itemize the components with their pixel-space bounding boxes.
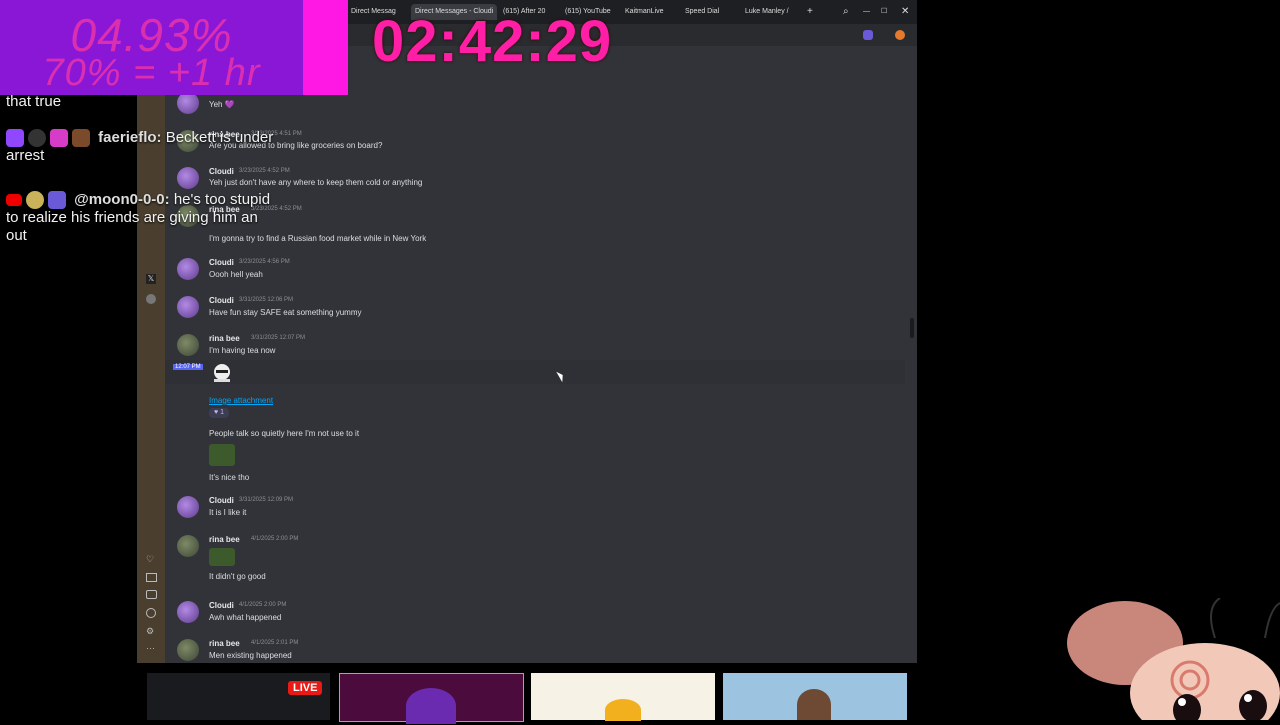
message-text: Oooh hell yeah bbox=[209, 270, 263, 279]
stream-thumbnail[interactable] bbox=[339, 673, 524, 724]
subathon-timer-box: 04.93% 70% = +1 hr bbox=[0, 0, 303, 95]
avatar[interactable] bbox=[177, 92, 199, 114]
close-icon[interactable]: ✕ bbox=[901, 4, 909, 20]
message-text: People talk so quietly here I'm not use … bbox=[209, 429, 360, 438]
message-author[interactable]: Cloudi bbox=[209, 296, 234, 305]
message-time: 12:07 PM bbox=[173, 364, 203, 370]
emoji-badge-icon bbox=[26, 191, 44, 210]
frog-sticker-image[interactable] bbox=[209, 548, 235, 566]
message-text: Awh what happened bbox=[209, 613, 282, 622]
discord-dm-content: Yeh 💜 rina bee 3/23/2025 4:51 PM Are you… bbox=[165, 46, 917, 663]
figure-badge-icon bbox=[72, 129, 90, 148]
stream-thumbnail[interactable] bbox=[531, 673, 715, 721]
stream-clock: 02:42:29 bbox=[372, 9, 613, 74]
message-text: Yeh just don't have any where to keep th… bbox=[209, 178, 423, 187]
message-text: Men existing happened bbox=[209, 651, 292, 660]
avatar[interactable] bbox=[177, 535, 199, 557]
moth-mascot-image bbox=[1065, 597, 1280, 725]
history-icon[interactable] bbox=[146, 608, 156, 618]
message-author[interactable]: rina bee bbox=[209, 639, 240, 648]
profile-icon[interactable] bbox=[863, 30, 873, 40]
message-time: 3/23/2025 4:52 PM bbox=[239, 168, 290, 174]
heart-icon[interactable]: ♡ bbox=[146, 554, 154, 565]
settings-icon[interactable]: ⚙ bbox=[146, 626, 154, 637]
message-text: It didn't go good bbox=[209, 572, 266, 581]
cat-badge-icon bbox=[28, 129, 46, 148]
live-badge: LIVE bbox=[288, 681, 323, 695]
message-text: I'm having tea now bbox=[209, 346, 276, 355]
message-text: Have fun stay SAFE eat something yummy bbox=[209, 308, 362, 317]
reaction-heart[interactable]: ♥ 1 bbox=[209, 408, 229, 418]
timer-rule: 70% = +1 hr bbox=[42, 52, 261, 94]
message-hovered[interactable]: 12:07 PM bbox=[165, 360, 905, 384]
message-time: 3/31/2025 12:09 PM bbox=[239, 497, 294, 503]
tab-luke-manley[interactable]: Luke Manley / bbox=[745, 4, 789, 20]
message-time: 3/31/2025 12:07 PM bbox=[251, 335, 306, 341]
avatar[interactable] bbox=[177, 601, 199, 623]
tab-kaitmanlive[interactable]: KaitmanLive bbox=[625, 4, 664, 20]
avatar[interactable] bbox=[177, 334, 199, 356]
more-icon[interactable]: ··· bbox=[146, 643, 155, 653]
search-icon[interactable]: ⌕ bbox=[843, 4, 849, 20]
message-author[interactable]: rina bee bbox=[209, 535, 240, 544]
crown-badge-icon bbox=[48, 191, 66, 210]
message-time: 4/1/2025 2:01 PM bbox=[251, 640, 299, 646]
scrollbar[interactable] bbox=[910, 318, 914, 338]
minimize-icon[interactable]: — bbox=[863, 4, 870, 20]
message-text: Yeh 💜 bbox=[209, 100, 235, 109]
message-author[interactable]: Cloudi bbox=[209, 601, 234, 610]
chat-username: faerieflo: bbox=[98, 129, 162, 146]
message-author[interactable]: Cloudi bbox=[209, 167, 234, 176]
message-author[interactable]: Cloudi bbox=[209, 496, 234, 505]
chat-line: that true bbox=[6, 93, 146, 111]
chat-line: faerieflo: Beckett is under arrest bbox=[6, 129, 276, 165]
frog-sticker-image[interactable] bbox=[209, 444, 235, 466]
message-time: 3/23/2025 4:56 PM bbox=[239, 259, 290, 265]
avatar bbox=[406, 688, 456, 724]
extension-icon[interactable] bbox=[895, 30, 905, 40]
chat-line: @moon0-0-0: he's too stupid to realize h… bbox=[6, 191, 276, 245]
duck-icon bbox=[605, 699, 641, 721]
x-icon[interactable]: 𝕏 bbox=[146, 274, 156, 284]
message-time: 3/31/2025 12:06 PM bbox=[239, 297, 294, 303]
maximize-icon[interactable]: ☐ bbox=[881, 4, 887, 20]
chat-username: @moon0-0-0: bbox=[74, 191, 170, 208]
avatar bbox=[797, 689, 831, 720]
app-icon[interactable] bbox=[146, 294, 156, 304]
avatar[interactable] bbox=[177, 496, 199, 518]
bookmark-icon[interactable] bbox=[146, 573, 157, 582]
avatar[interactable] bbox=[177, 167, 199, 189]
message-text: It's nice tho bbox=[209, 473, 250, 482]
avatar[interactable] bbox=[177, 258, 199, 280]
new-tab-icon[interactable]: + bbox=[807, 4, 813, 20]
message-time: 4/1/2025 2:00 PM bbox=[251, 536, 299, 542]
image-attachment-link[interactable]: Image attachment bbox=[209, 396, 273, 405]
chat-text: that true bbox=[6, 93, 62, 110]
youtube-icon bbox=[6, 194, 22, 207]
chat-icon[interactable] bbox=[146, 590, 157, 599]
stream-thumbnail[interactable] bbox=[723, 673, 907, 720]
gem-badge-icon bbox=[50, 129, 68, 148]
message-text: It is I like it bbox=[209, 508, 247, 517]
message-author[interactable]: Cloudi bbox=[209, 258, 234, 267]
avatar[interactable] bbox=[177, 296, 199, 318]
tab-speed-dial[interactable]: Speed Dial bbox=[685, 4, 719, 20]
twitch-icon bbox=[6, 129, 24, 148]
sticker-image[interactable] bbox=[209, 362, 235, 386]
avatar[interactable] bbox=[177, 639, 199, 661]
message-author[interactable]: rina bee bbox=[209, 334, 240, 343]
message-time: 4/1/2025 2:00 PM bbox=[239, 602, 287, 608]
browser-window: Direct Messag Direct Messages - Cloudi (… bbox=[137, 0, 917, 663]
overlay-accent-block bbox=[303, 0, 348, 95]
